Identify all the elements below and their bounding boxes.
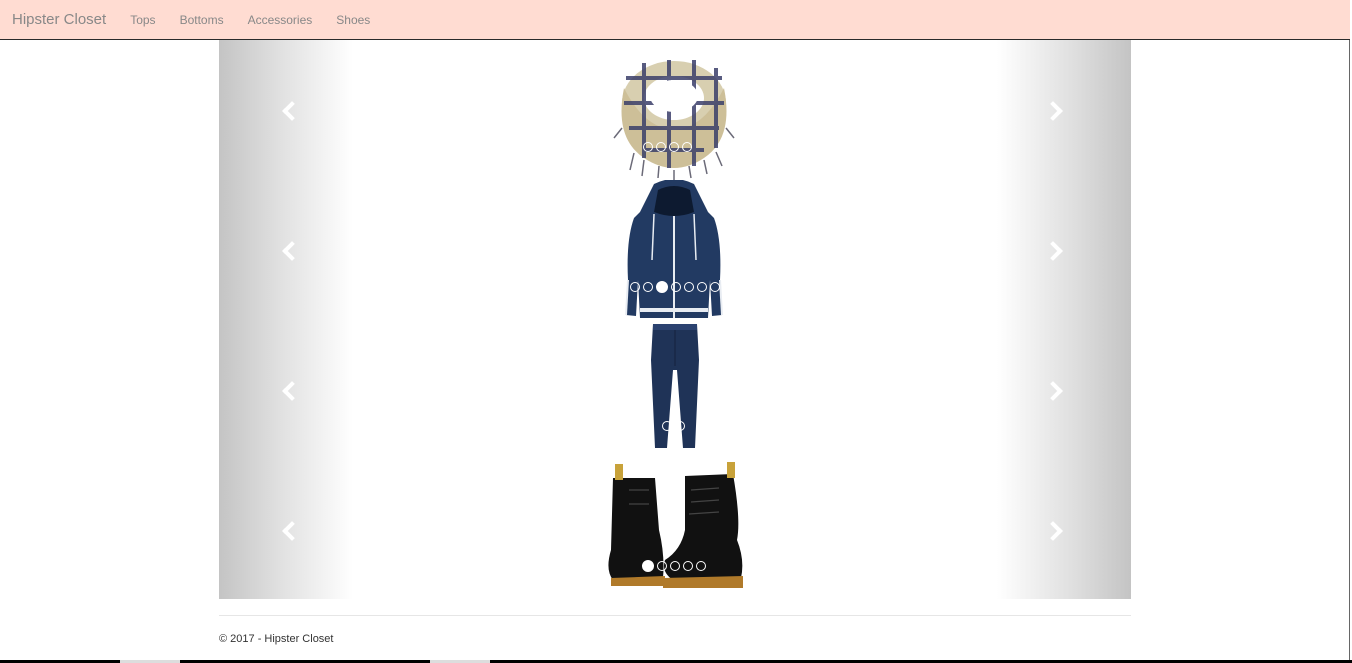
nav-shoes[interactable]: Shoes: [336, 13, 370, 27]
nav-tops[interactable]: Tops: [130, 13, 155, 27]
carousel-next-button[interactable]: [997, 40, 1131, 180]
carousel-prev-button[interactable]: [219, 460, 353, 599]
chevron-right-icon: [1043, 381, 1063, 401]
brand-link[interactable]: Hipster Closet: [12, 11, 106, 28]
boots-image: [608, 462, 743, 588]
carousel-accessories: [219, 40, 1131, 180]
jeans-image: [651, 324, 699, 448]
indicator-dot[interactable]: [656, 142, 666, 152]
indicator-dot[interactable]: [643, 142, 653, 152]
indicator-dot[interactable]: [710, 282, 720, 292]
carousel-indicators: [630, 281, 720, 293]
carousel-prev-button[interactable]: [219, 320, 353, 460]
carousel-indicators: [642, 560, 706, 572]
chevron-right-icon: [1043, 241, 1063, 261]
indicator-dot-active[interactable]: [656, 281, 668, 293]
top-navbar: Hipster Closet Tops Bottoms Accessories …: [0, 0, 1350, 40]
hoodie-image: [625, 180, 723, 318]
scarf-image: [613, 60, 735, 180]
chevron-left-icon: [282, 241, 302, 261]
carousel-slide: [219, 180, 1131, 320]
chevron-right-icon: [1043, 101, 1063, 121]
nav-accessories[interactable]: Accessories: [248, 13, 313, 27]
indicator-dot[interactable]: [671, 282, 681, 292]
indicator-dot[interactable]: [696, 561, 706, 571]
indicator-dot[interactable]: [684, 282, 694, 292]
carousel-indicators: [643, 142, 692, 152]
carousel-next-button[interactable]: [997, 460, 1131, 599]
indicator-dot[interactable]: [657, 561, 667, 571]
carousel-slide: [219, 460, 1131, 599]
carousel-prev-button[interactable]: [219, 40, 353, 180]
carousel-slide: [219, 320, 1131, 460]
carousel-shoes: [219, 460, 1131, 599]
indicator-dot[interactable]: [697, 282, 707, 292]
indicator-dot[interactable]: [669, 142, 679, 152]
carousel-indicators: [662, 421, 685, 431]
indicator-dot-active[interactable]: [642, 560, 654, 572]
indicator-dot[interactable]: [662, 421, 672, 431]
nav-bottoms[interactable]: Bottoms: [180, 13, 224, 27]
carousel-next-button[interactable]: [997, 180, 1131, 320]
chevron-left-icon: [282, 381, 302, 401]
footer-divider: [219, 615, 1131, 616]
outfit-carousels: [219, 40, 1131, 599]
indicator-dot[interactable]: [670, 561, 680, 571]
chevron-left-icon: [282, 521, 302, 541]
chevron-right-icon: [1043, 521, 1063, 541]
window-edge: [1349, 40, 1350, 663]
carousel-tops: [219, 180, 1131, 320]
indicator-dot[interactable]: [683, 561, 693, 571]
indicator-dot[interactable]: [643, 282, 653, 292]
indicator-dot[interactable]: [682, 142, 692, 152]
carousel-next-button[interactable]: [997, 320, 1131, 460]
indicator-dot[interactable]: [675, 421, 685, 431]
carousel-prev-button[interactable]: [219, 180, 353, 320]
indicator-dot[interactable]: [630, 282, 640, 292]
chevron-left-icon: [282, 101, 302, 121]
carousel-slide: [219, 40, 1131, 180]
carousel-bottoms: [219, 320, 1131, 460]
footer-copyright: © 2017 - Hipster Closet: [219, 633, 334, 645]
